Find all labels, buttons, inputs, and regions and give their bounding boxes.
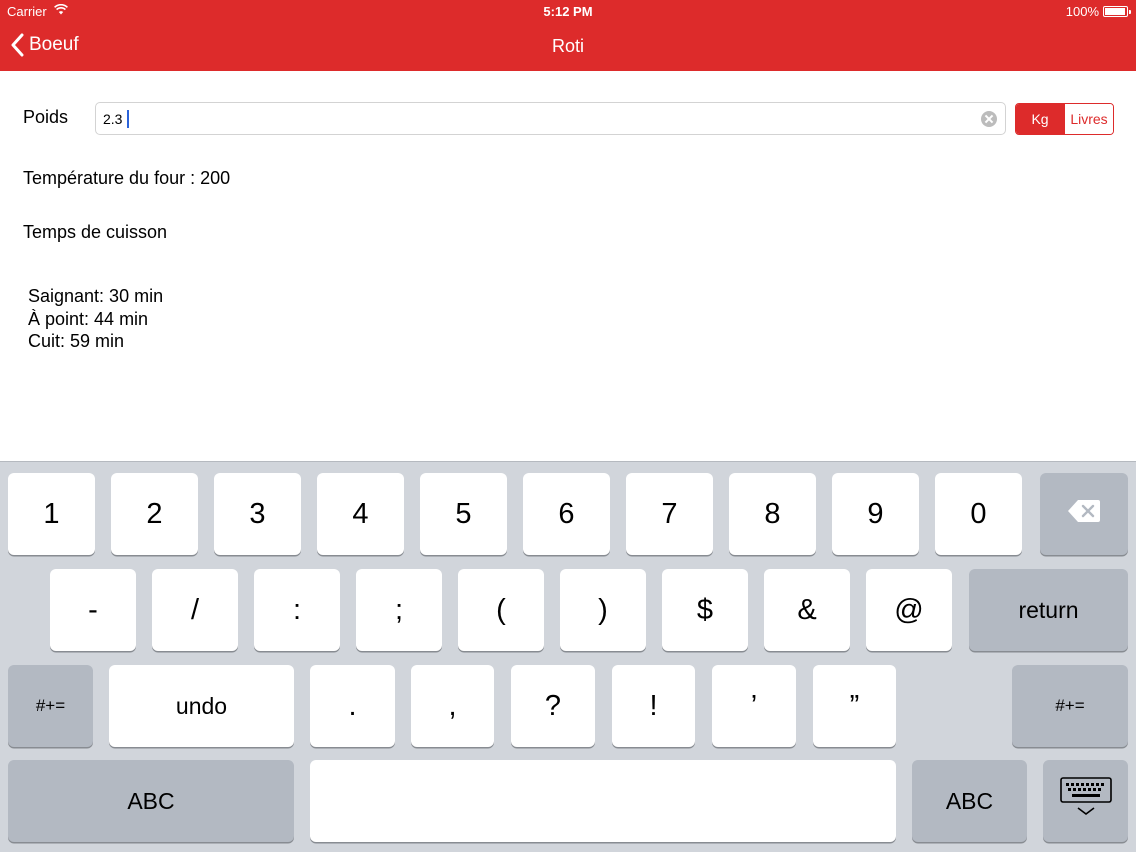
dismiss-keyboard-button[interactable] xyxy=(1043,760,1128,842)
weight-input[interactable] xyxy=(103,109,963,129)
page-title: Roti xyxy=(551,36,584,56)
key-dollar[interactable]: $ xyxy=(662,569,748,651)
key-8[interactable]: 8 xyxy=(729,473,816,555)
weight-label: Poids xyxy=(23,107,69,127)
backspace-button[interactable] xyxy=(1040,473,1128,555)
key-0[interactable]: 0 xyxy=(935,473,1022,555)
text-caret xyxy=(127,110,129,128)
key-4[interactable]: 4 xyxy=(317,473,404,555)
unit-option-livres[interactable]: Livres xyxy=(1064,104,1113,134)
battery-nub xyxy=(1129,10,1131,14)
abc-button-left[interactable]: ABC xyxy=(8,760,294,842)
undo-button[interactable]: undo xyxy=(109,665,294,747)
weight-field[interactable] xyxy=(95,102,1006,135)
key-at[interactable]: @ xyxy=(866,569,952,651)
key-1[interactable]: 1 xyxy=(8,473,95,555)
key-open-paren[interactable]: ( xyxy=(458,569,544,651)
key-period[interactable]: . xyxy=(310,665,395,747)
battery-status: 100% xyxy=(1065,4,1131,19)
key-9[interactable]: 9 xyxy=(832,473,919,555)
navigation-header: Carrier 5:12 PM 100% Boeuf Roti xyxy=(0,0,1136,71)
keyboard-dismiss-icon xyxy=(1059,777,1112,825)
status-bar: Carrier 5:12 PM 100% xyxy=(0,0,1136,22)
cooking-time-saignant: Saignant: 30 min xyxy=(28,286,164,306)
space-bar[interactable] xyxy=(310,760,896,842)
key-3[interactable]: 3 xyxy=(214,473,301,555)
clear-icon[interactable] xyxy=(981,111,997,127)
cooking-times-list: Saignant: 30 min À point: 44 min Cuit: 5… xyxy=(28,285,163,353)
key-semicolon[interactable]: ; xyxy=(356,569,442,651)
battery-fill xyxy=(1105,8,1125,15)
oven-temperature-label: Température du four : 200 xyxy=(23,168,231,188)
keyboard: 1 2 3 4 5 6 7 8 9 0 - / : ; ( ) $ & @ re… xyxy=(0,461,1136,852)
battery-icon xyxy=(1103,6,1131,17)
key-dash[interactable]: - xyxy=(50,569,136,651)
key-slash[interactable]: / xyxy=(152,569,238,651)
key-close-paren[interactable]: ) xyxy=(560,569,646,651)
status-time: 5:12 PM xyxy=(543,4,593,19)
key-6[interactable]: 6 xyxy=(523,473,610,555)
battery-percent: 100% xyxy=(1065,4,1099,19)
key-7[interactable]: 7 xyxy=(626,473,713,555)
key-question[interactable]: ? xyxy=(511,665,595,747)
key-comma[interactable]: , xyxy=(411,665,494,747)
key-2[interactable]: 2 xyxy=(111,473,198,555)
unit-option-kg[interactable]: Kg xyxy=(1016,104,1064,134)
backspace-icon xyxy=(1067,498,1101,531)
key-ampersand[interactable]: & xyxy=(764,569,850,651)
abc-button-right[interactable]: ABC xyxy=(912,760,1027,842)
cooking-time-a-point: À point: 44 min xyxy=(28,308,149,329)
cooking-time-title: Temps de cuisson xyxy=(23,222,168,242)
cooking-time-cuit: Cuit: 59 min xyxy=(28,331,125,351)
symbols-toggle-right[interactable]: #+= xyxy=(1012,665,1128,747)
key-apostrophe[interactable]: ’ xyxy=(712,665,796,747)
unit-selector: Kg Livres xyxy=(1015,103,1114,135)
key-exclamation[interactable]: ! xyxy=(612,665,695,747)
symbols-toggle-left[interactable]: #+= xyxy=(8,665,93,747)
key-quote[interactable]: ” xyxy=(813,665,896,747)
return-button[interactable]: return xyxy=(969,569,1128,651)
key-colon[interactable]: : xyxy=(254,569,340,651)
key-5[interactable]: 5 xyxy=(420,473,507,555)
